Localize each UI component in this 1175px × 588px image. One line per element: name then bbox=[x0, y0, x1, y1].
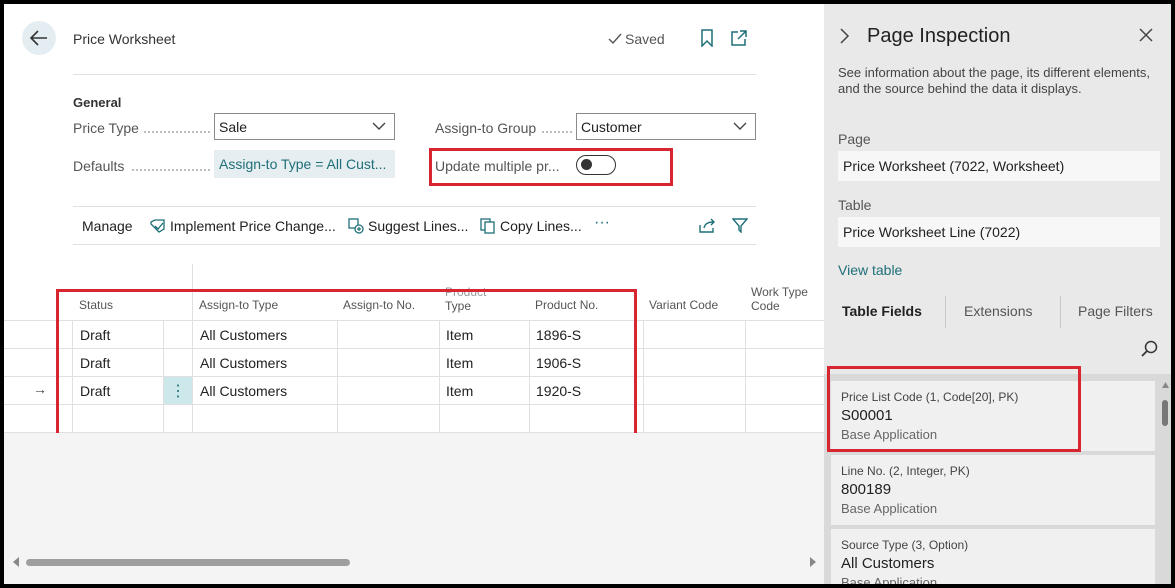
field-source: Base Application bbox=[841, 575, 938, 584]
page-label: Page bbox=[838, 131, 871, 147]
page-title: Price Worksheet bbox=[73, 31, 176, 47]
label-leader bbox=[144, 131, 210, 133]
assign-group-dropdown[interactable]: Customer bbox=[576, 113, 756, 140]
table-label: Table bbox=[838, 197, 872, 213]
scroll-left-icon[interactable] bbox=[12, 557, 20, 567]
scroll-right-icon[interactable] bbox=[809, 557, 817, 567]
tab-separator bbox=[1060, 296, 1061, 328]
search-fields-button[interactable] bbox=[1141, 340, 1158, 357]
chevron-down-icon bbox=[372, 122, 386, 130]
implement-label: Implement Price Change... bbox=[170, 218, 336, 234]
copy-icon bbox=[480, 218, 495, 234]
filter-button[interactable] bbox=[732, 218, 748, 233]
more-options-button[interactable]: ··· bbox=[594, 214, 610, 232]
field-card[interactable]: Source Type (3, Option) All Customers Ba… bbox=[831, 529, 1155, 584]
highlight-box-table bbox=[56, 289, 637, 437]
bookmark-button[interactable] bbox=[700, 29, 714, 47]
general-section-title: General bbox=[73, 95, 122, 110]
column-header-work-type[interactable]: Work Type Code bbox=[751, 285, 808, 313]
action-bar-top-divider bbox=[73, 206, 756, 207]
label-leader bbox=[542, 131, 572, 133]
chevron-down-icon bbox=[733, 122, 747, 130]
search-icon bbox=[1141, 340, 1158, 357]
field-value: 800189 bbox=[841, 481, 892, 498]
price-type-dropdown[interactable]: Sale bbox=[214, 113, 395, 140]
highlight-box-field bbox=[827, 366, 1081, 452]
price-type-label: Price Type bbox=[73, 120, 139, 136]
open-new-window-button[interactable] bbox=[730, 29, 748, 47]
header-line-2: Code bbox=[751, 299, 780, 313]
saved-label: Saved bbox=[625, 31, 665, 47]
tab-separator bbox=[945, 296, 946, 328]
field-card[interactable]: Line No. (2, Integer, PK) 800189 Base Ap… bbox=[831, 455, 1155, 525]
defaults-value-link[interactable]: Assign-to Type = All Cust... bbox=[214, 150, 395, 178]
column-header-variant[interactable]: Variant Code bbox=[649, 298, 718, 312]
share-button[interactable] bbox=[699, 218, 716, 233]
copy-lines-button[interactable]: Copy Lines... bbox=[480, 218, 582, 234]
manage-button[interactable]: Manage bbox=[82, 218, 133, 234]
tab-page-filters[interactable]: Page Filters bbox=[1078, 303, 1153, 319]
field-value: All Customers bbox=[841, 555, 935, 572]
bookmark-icon bbox=[701, 29, 713, 47]
header-divider bbox=[73, 74, 756, 75]
page-value: Price Worksheet (7022, Worksheet) bbox=[838, 151, 1160, 181]
horizontal-scroll-thumb[interactable] bbox=[26, 559, 350, 566]
tab-extensions[interactable]: Extensions bbox=[964, 303, 1032, 319]
highlight-box-toggle bbox=[429, 148, 673, 186]
field-name: Line No. (2, Integer, PK) bbox=[841, 464, 970, 478]
label-leader bbox=[132, 169, 210, 171]
page-inspection-panel: Page Inspection See information about th… bbox=[824, 4, 1171, 584]
suggest-lines-button[interactable]: Suggest Lines... bbox=[348, 218, 468, 234]
field-name: Source Type (3, Option) bbox=[841, 538, 969, 552]
defaults-label: Defaults bbox=[73, 158, 125, 174]
tab-table-fields[interactable]: Table Fields bbox=[842, 303, 922, 319]
price-type-value: Sale bbox=[219, 119, 248, 135]
action-bar-bottom-divider bbox=[73, 244, 756, 245]
arrow-left-icon bbox=[30, 30, 47, 46]
filter-icon bbox=[732, 218, 748, 233]
close-icon bbox=[1139, 28, 1153, 42]
field-source: Base Application bbox=[841, 501, 938, 516]
collapse-panel-button[interactable] bbox=[840, 28, 850, 44]
assign-group-value: Customer bbox=[581, 119, 642, 135]
window: Price Worksheet Saved General Price Type… bbox=[4, 4, 1171, 584]
saved-status: Saved bbox=[608, 31, 665, 47]
view-table-link[interactable]: View table bbox=[838, 262, 902, 278]
panel-title: Page Inspection bbox=[867, 25, 1011, 47]
column-divider bbox=[745, 320, 746, 432]
open-in-new-window-icon bbox=[731, 30, 747, 46]
column-divider bbox=[643, 320, 644, 432]
header-line-1: Work Type bbox=[751, 285, 808, 299]
scroll-up-icon[interactable] bbox=[1162, 382, 1169, 388]
more-options-icon: ··· bbox=[594, 214, 610, 231]
checkmark-icon bbox=[608, 33, 622, 45]
copy-label: Copy Lines... bbox=[500, 218, 582, 234]
suggest-lines-icon bbox=[348, 218, 364, 234]
chevron-right-icon bbox=[840, 28, 850, 44]
share-icon bbox=[699, 218, 715, 233]
panel-description: See information about the page, its diff… bbox=[838, 65, 1150, 96]
vertical-scroll-thumb[interactable] bbox=[1162, 400, 1168, 426]
price-worksheet-page: Price Worksheet Saved General Price Type… bbox=[4, 4, 824, 584]
assign-group-label: Assign-to Group bbox=[435, 120, 537, 136]
table-value: Price Worksheet Line (7022) bbox=[838, 217, 1160, 247]
suggest-label: Suggest Lines... bbox=[368, 218, 469, 234]
back-button[interactable] bbox=[22, 21, 56, 55]
implement-price-change-button[interactable]: Implement Price Change... bbox=[150, 218, 336, 234]
current-row-arrow-icon: → bbox=[33, 381, 47, 397]
manage-label: Manage bbox=[82, 218, 133, 234]
close-panel-button[interactable] bbox=[1139, 28, 1153, 42]
price-tag-icon bbox=[150, 219, 165, 233]
